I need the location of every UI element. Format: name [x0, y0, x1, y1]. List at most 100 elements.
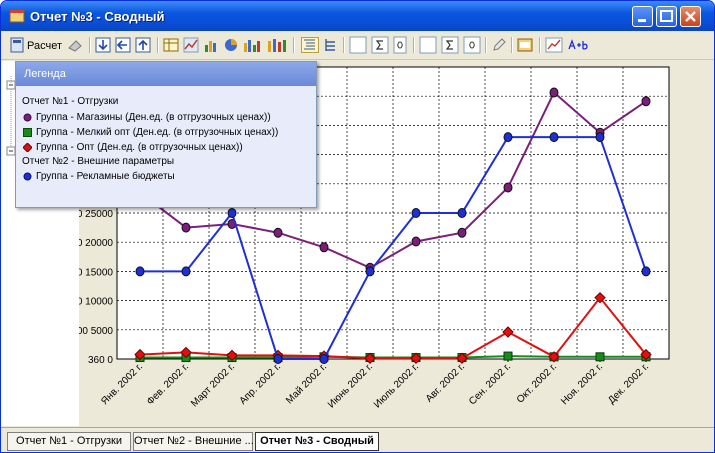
toolbar-separator [343, 37, 345, 53]
window-title: Отчет №3 - Сводный [30, 9, 165, 24]
data-point-circle [549, 132, 559, 143]
data-point-square [595, 352, 605, 362]
toolbar-separator [511, 37, 513, 53]
data-point-circle [181, 266, 191, 277]
legend-group-label: Отчет №2 - Внешние параметры [22, 156, 175, 167]
blue-circle-icon [23, 172, 32, 181]
line-chart-icon[interactable] [183, 36, 199, 54]
pencil-icon[interactable] [491, 36, 507, 54]
stacked-chart-icon[interactable] [267, 36, 287, 54]
data-point-circle [227, 208, 237, 218]
minimize-icon [638, 19, 646, 22]
row-zero-icon[interactable] [463, 36, 481, 54]
close-button[interactable] [680, 6, 701, 27]
maximize-button[interactable] [656, 6, 677, 27]
toolbar-separator [413, 37, 415, 53]
eraser-icon[interactable] [67, 36, 83, 54]
legend-item-label: Группа - Мелкий опт (Ден.ед. (в отгрузоч… [36, 127, 279, 138]
chart-area-icon[interactable] [545, 36, 563, 54]
blank-column-icon[interactable] [349, 36, 367, 54]
x-tick-label: Июнь 2002 г. [326, 361, 375, 410]
zero-icon[interactable] [393, 36, 407, 54]
sum-icon[interactable] [371, 36, 389, 54]
x-tick-label: Сен. 2002 г. [467, 361, 513, 407]
x-tick-label: Фев. 2002 г. [145, 361, 191, 407]
legend-item-label: Группа - Магазины (Ден.ед. (в отгрузочны… [36, 112, 271, 123]
app-icon [9, 9, 25, 23]
legend-item-ad-budgets: Группа - Рекламные бюджеты [23, 171, 175, 182]
tab-report-1[interactable]: Отчет №1 - Отгрузки [7, 432, 131, 451]
toolbar-separator [539, 37, 541, 53]
x-tick-label: Ноя. 2002 г. [559, 361, 605, 407]
toolbar-separator [485, 37, 487, 53]
label-icon[interactable] [567, 36, 589, 54]
y-tick-label: 520 20000 [79, 238, 113, 249]
toolbar-separator [89, 37, 91, 53]
y-tick-label: 480 15000 [79, 267, 113, 278]
data-point-square [503, 351, 513, 361]
x-tick-label: Март 2002 г. [189, 361, 237, 409]
calc-button[interactable]: Расчет [27, 40, 62, 52]
calculator-icon[interactable] [9, 36, 25, 54]
maximize-icon [660, 10, 673, 22]
bar-chart-icon[interactable] [203, 36, 219, 54]
y-tick-label: 400 5000 [79, 326, 113, 337]
minimize-button[interactable] [632, 6, 653, 27]
legend-item-label: Группа - Опт (Ден.ед. (в отгрузочных цен… [36, 142, 243, 153]
x-tick-label: Апр. 2002 г. [238, 361, 284, 407]
data-point-circle [135, 266, 145, 277]
pie-chart-icon[interactable] [223, 36, 239, 54]
data-point-circle [411, 208, 421, 218]
data-point-circle [641, 266, 651, 277]
x-tick-label: Авг. 2002 г. [424, 361, 467, 404]
data-point-circle [457, 227, 467, 238]
x-tick-label: Окт. 2002 г. [515, 361, 559, 405]
x-tick-label: Янв. 2002 г. [99, 361, 145, 407]
data-point-circle [411, 236, 421, 247]
data-point-circle [503, 182, 513, 193]
data-point-circle [365, 266, 375, 277]
y-tick-label: 560 25000 [79, 209, 113, 220]
app-window: Отчет №3 - Сводный Расчет 360 0 0 5000 1… [0, 0, 715, 453]
data-point-circle [319, 354, 329, 364]
data-point-circle [181, 222, 191, 233]
data-point-circle [319, 242, 329, 253]
x-tick-label: Май 2002 г. [284, 361, 329, 406]
legend-item-label: Группа - Рекламные бюджеты [36, 171, 175, 182]
data-point-circle [641, 96, 651, 107]
y-tick-label: 360 0 [88, 355, 113, 366]
toolbar-separator [293, 37, 295, 53]
arrow-up-icon[interactable] [135, 36, 151, 54]
legend-window[interactable]: Легенда Отчет №1 - Отгрузки Группа - Маг… [15, 61, 317, 208]
report-icon[interactable] [517, 36, 533, 54]
data-point-circle [595, 132, 605, 143]
title-bar[interactable]: Отчет №3 - Сводный [1, 1, 714, 31]
purple-circle-icon [23, 113, 32, 122]
legend-title: Легенда [24, 68, 66, 80]
sheet-tabs: Отчет №1 - Отгрузки Отчет №2 - Внешние .… [1, 427, 714, 452]
blank-row-icon[interactable] [419, 36, 437, 54]
red-diamond-icon [23, 143, 32, 152]
arrow-left-icon[interactable] [115, 36, 131, 54]
column-chart-icon[interactable] [243, 36, 263, 54]
row-sum-icon[interactable] [441, 36, 459, 54]
x-tick-label: Дек. 2002 г. [606, 361, 651, 406]
data-point-circle [457, 208, 467, 218]
data-point-circle [549, 87, 559, 98]
legend-item-wholesale: Группа - Опт (Ден.ед. (в отгрузочных цен… [23, 142, 243, 153]
legend-item-stores: Группа - Магазины (Ден.ед. (в отгрузочны… [23, 112, 271, 123]
structure-icon[interactable] [323, 36, 339, 54]
data-point-circle [503, 132, 513, 143]
x-tick-label: Июль 2002 г. [372, 361, 421, 410]
green-square-icon [23, 128, 32, 137]
toolbar-separator [157, 37, 159, 53]
y-tick-label: 440 10000 [79, 297, 113, 308]
arrow-down-icon[interactable] [95, 36, 111, 54]
tab-report-3[interactable]: Отчет №3 - Сводный [255, 432, 379, 451]
tree-view-icon[interactable] [301, 36, 319, 54]
legend-header[interactable]: Легенда [16, 62, 316, 86]
table-chart-icon[interactable] [163, 36, 179, 54]
close-icon [685, 11, 696, 22]
legend-group-label: Отчет №1 - Отгрузки [22, 96, 119, 107]
tab-report-2[interactable]: Отчет №2 - Внешние ... [133, 432, 254, 451]
